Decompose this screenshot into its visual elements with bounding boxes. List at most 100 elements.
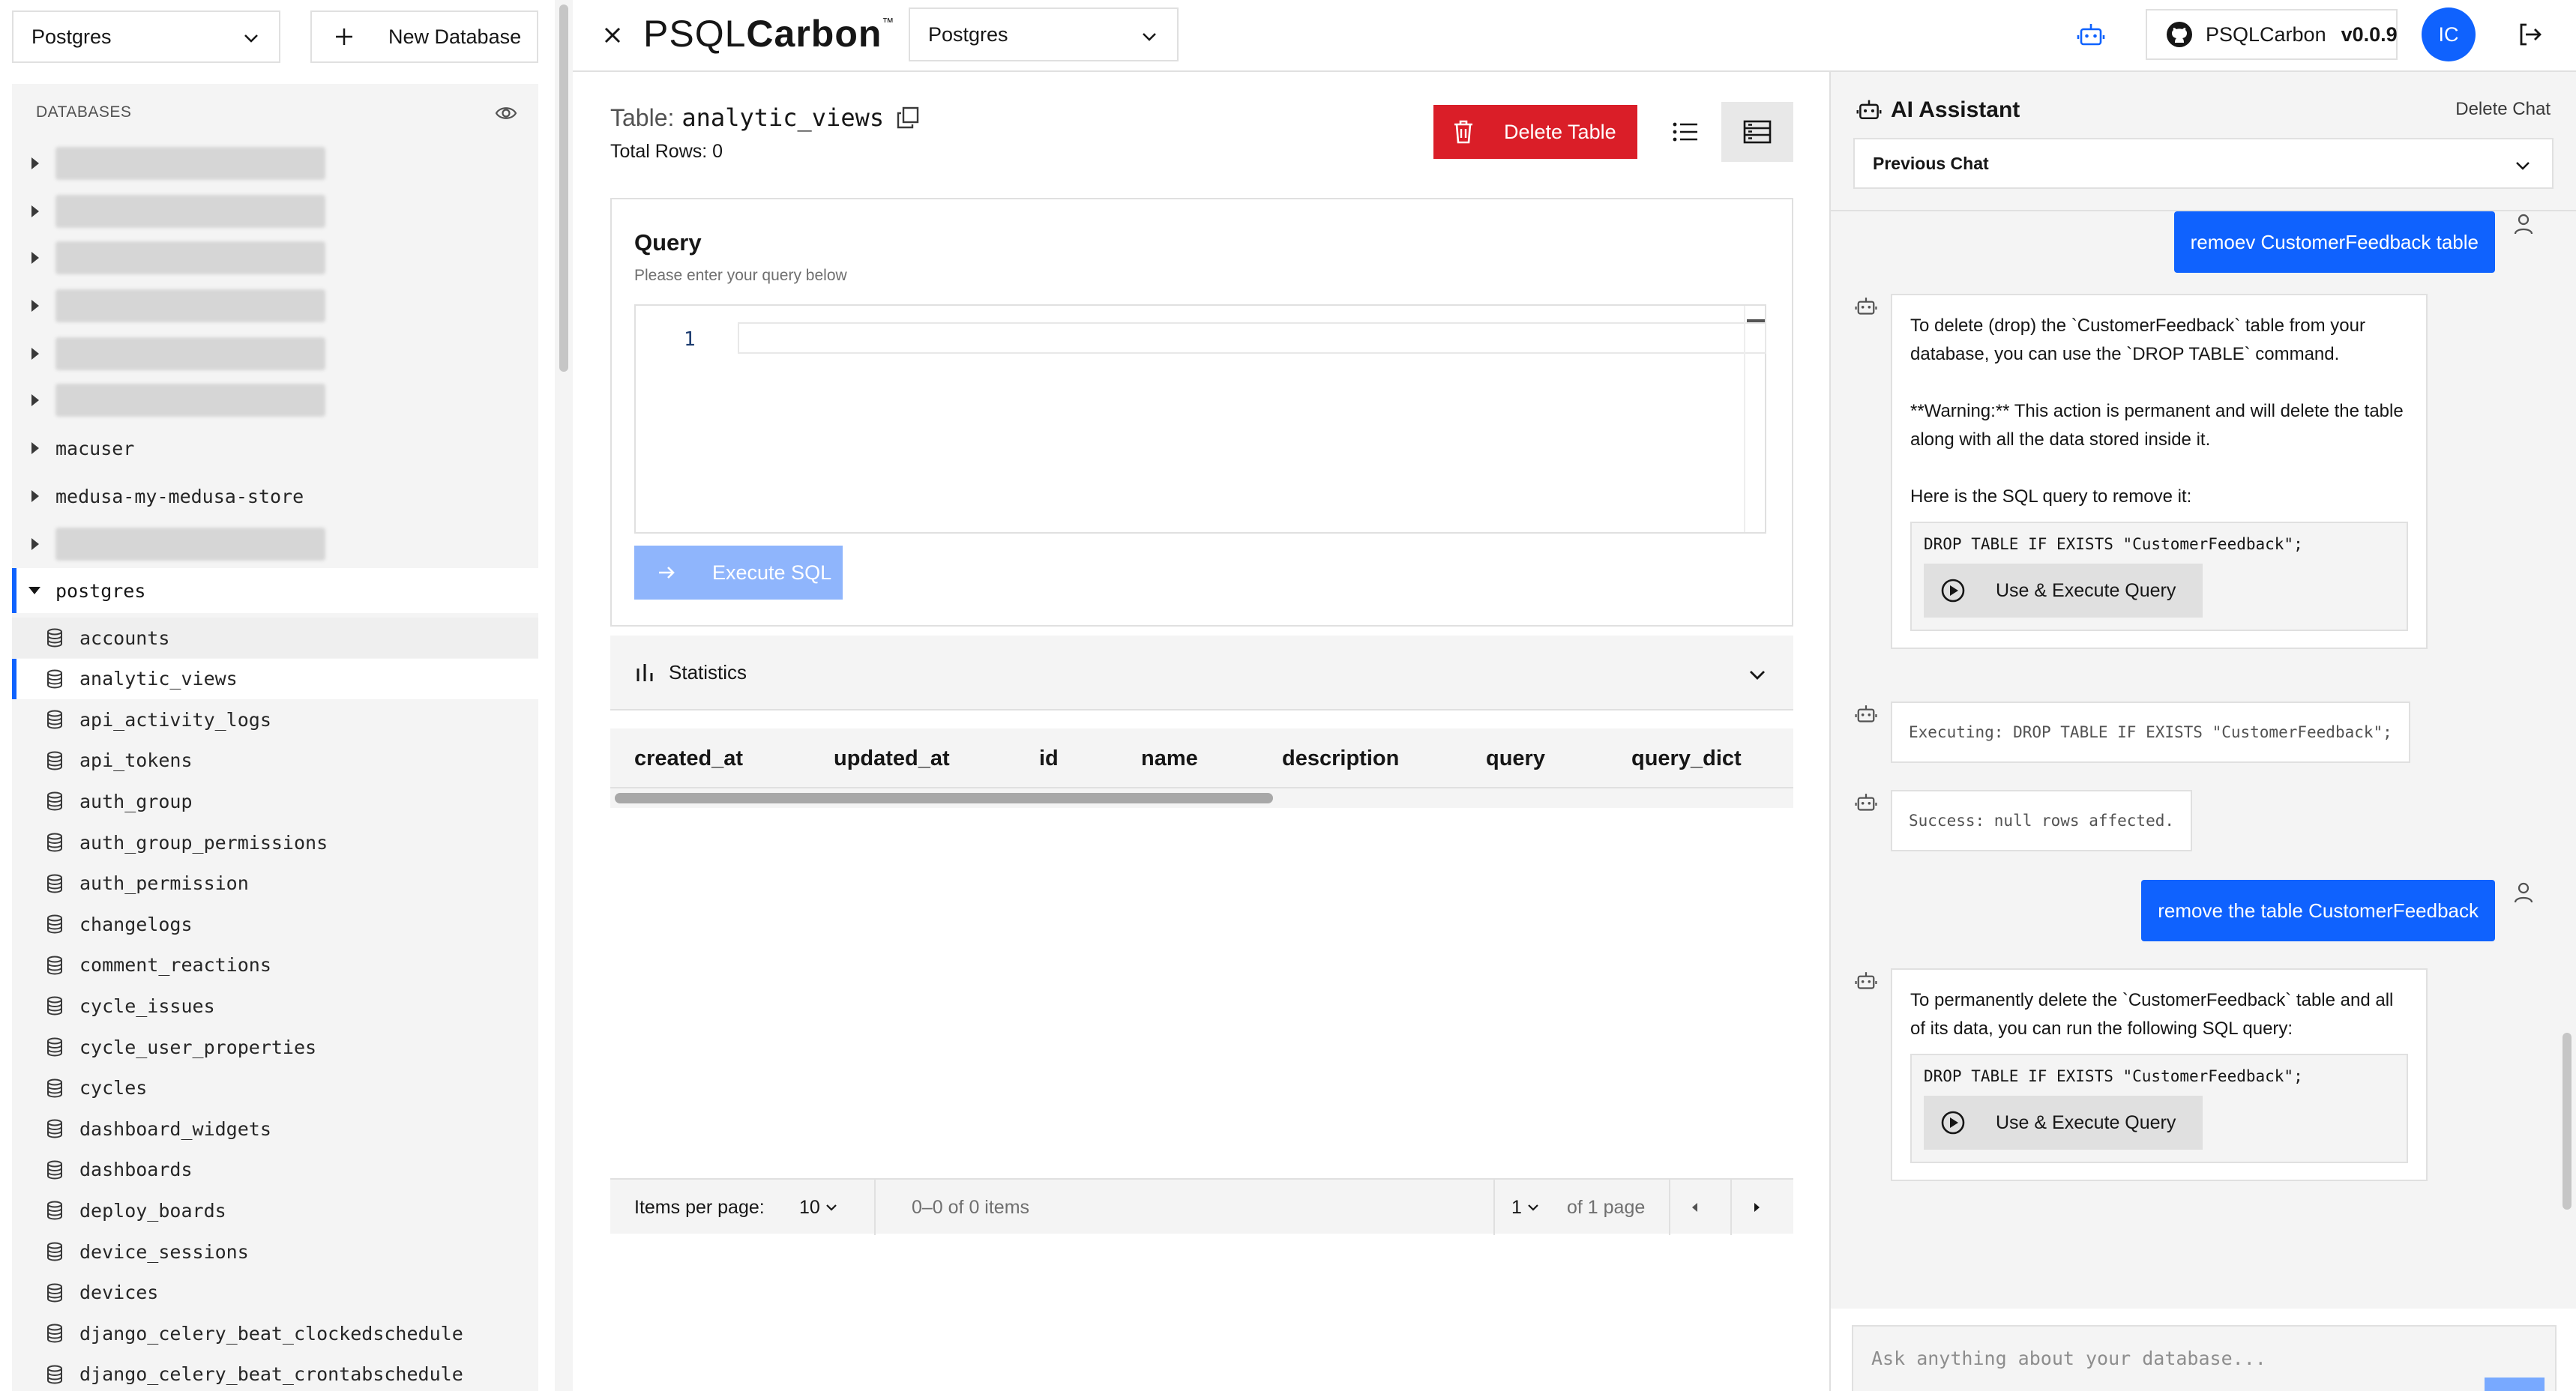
connection-select[interactable]: Postgres [12,10,280,63]
column-header[interactable]: created_at [634,746,743,771]
table-item-label: django_celery_beat_crontabschedule [79,1363,463,1386]
database-name: postgres [55,579,146,602]
table-item[interactable]: accounts [12,618,538,658]
database-row-hidden[interactable] [12,331,538,376]
status-message-executing: Executing: DROP TABLE IF EXISTS "Custome… [1891,701,2410,763]
assistant-message: To permanently delete the `CustomerFeedb… [1891,968,2428,1181]
delete-table-button[interactable]: Delete Table [1433,105,1637,159]
sidebar-scrollbar[interactable] [555,0,573,1391]
database-row-hidden[interactable] [12,189,538,234]
editor-scrollbar[interactable] [1744,306,1765,532]
query-title: Query [634,229,702,256]
database-table-icon [45,833,64,852]
column-header[interactable]: name [1141,746,1198,771]
table-item[interactable]: dashboard_widgets [12,1108,538,1149]
table-item[interactable]: devices [12,1273,538,1313]
chat-input[interactable]: Ask anything about your database... [1852,1325,2557,1391]
redacted-database-name [55,241,325,274]
column-header[interactable]: query [1486,746,1545,771]
editor-active-line[interactable] [738,322,1766,354]
databases-header: DATABASES [12,84,538,141]
database-row-medusa[interactable]: medusa-my-medusa-store [12,474,538,519]
page-select[interactable]: 1 [1511,1180,1540,1235]
database-row-postgres[interactable]: postgres [12,568,538,613]
new-database-button[interactable]: New Database [310,10,538,63]
active-indicator [12,658,16,699]
delete-chat-link[interactable]: Delete Chat [2455,99,2551,120]
user-avatar[interactable]: IC [2422,7,2476,61]
table-item[interactable]: dashboards [12,1150,538,1190]
table-item[interactable]: auth_group_permissions [12,822,538,863]
database-row-macuser[interactable]: macuser [12,426,538,471]
robot-icon [1856,97,1882,123]
close-icon[interactable] [600,22,625,48]
previous-page-button[interactable] [1690,1180,1700,1235]
logo-psql: PSQL [643,13,747,55]
delete-table-label: Delete Table [1504,120,1616,143]
previous-chat-select[interactable]: Previous Chat [1853,138,2554,189]
database-select[interactable]: Postgres [909,7,1179,61]
list-view-button[interactable] [1649,105,1721,159]
column-header[interactable]: updated_at [834,746,950,771]
chat-scrollbar[interactable] [2563,1033,2572,1210]
sql-editor[interactable]: 1 [634,304,1766,534]
use-execute-query-button[interactable]: Use & Execute Query [1924,1096,2203,1150]
table-item[interactable]: deploy_boards [12,1190,538,1231]
table-item-label: deploy_boards [79,1199,226,1222]
use-execute-query-label: Use & Execute Query [1996,580,2176,601]
table-item[interactable]: cycles [12,1068,538,1108]
send-button[interactable] [2485,1378,2545,1391]
table-item[interactable]: django_celery_beat_clockedschedule [12,1313,538,1354]
divider [1669,1180,1670,1235]
table-item-label: accounts [79,627,170,649]
card-view-button[interactable] [1721,102,1793,162]
scrollbar-thumb[interactable] [615,793,1273,803]
database-row-hidden[interactable] [12,522,538,567]
column-header[interactable]: description [1282,746,1399,771]
execute-sql-button[interactable]: Execute SQL [634,546,843,600]
divider [874,1180,876,1235]
table-item[interactable]: cycle_user_properties [12,1027,538,1067]
table-item[interactable]: cycle_issues [12,986,538,1026]
column-header[interactable]: id [1039,746,1059,771]
table-item[interactable]: auth_group [12,781,538,821]
github-button[interactable]: PSQLCarbon v0.0.9 [2146,9,2398,60]
app-logo: PSQLCarbon™ [643,12,894,55]
scrollbar-thumb[interactable] [559,4,568,372]
next-page-button[interactable] [1751,1180,1762,1235]
ai-assistant-header: AI Assistant Delete Chat Previous Chat [1831,72,2576,211]
database-table-icon [45,914,64,934]
table-horizontal-scrollbar[interactable] [610,788,1793,808]
robot-icon[interactable] [2077,21,2105,49]
database-row-hidden[interactable] [12,141,538,186]
statistics-label: Statistics [669,660,747,684]
items-per-page-select[interactable]: 10 [799,1180,838,1235]
logout-icon[interactable] [2516,21,2543,48]
database-row-hidden[interactable] [12,283,538,328]
copy-icon[interactable] [896,106,920,130]
table-item[interactable]: changelogs [12,904,538,944]
table-item[interactable]: api_activity_logs [12,699,538,740]
redacted-database-name [55,337,325,370]
use-execute-query-button[interactable]: Use & Execute Query [1924,564,2203,618]
sql-code: DROP TABLE IF EXISTS "CustomerFeedback"; [1924,535,2303,553]
ai-assistant-title: AI Assistant [1891,97,2020,122]
database-row-hidden[interactable] [12,235,538,280]
page-value: 1 [1511,1196,1522,1218]
table-name: analytic_views [681,103,885,132]
table-item[interactable]: api_tokens [12,740,538,781]
table-item[interactable]: comment_reactions [12,945,538,986]
database-row-hidden[interactable] [12,378,538,423]
table-item[interactable]: analytic_views [12,658,538,699]
column-header[interactable]: query_dict [1631,746,1742,771]
table-item-label: cycle_issues [79,995,215,1017]
eye-icon[interactable] [495,102,517,124]
table-item[interactable]: device_sessions [12,1231,538,1272]
caret-right-icon [1751,1201,1762,1213]
statistics-accordion[interactable]: Statistics [610,636,1793,710]
message-paragraph: To delete (drop) the `CustomerFeedback` … [1910,316,2365,364]
table-item[interactable]: django_celery_beat_crontabschedule [12,1354,538,1391]
chat-history[interactable]: remoev CustomerFeedback table To delete … [1831,211,2576,1309]
redacted-database-name [55,195,325,228]
table-item[interactable]: auth_permission [12,863,538,904]
